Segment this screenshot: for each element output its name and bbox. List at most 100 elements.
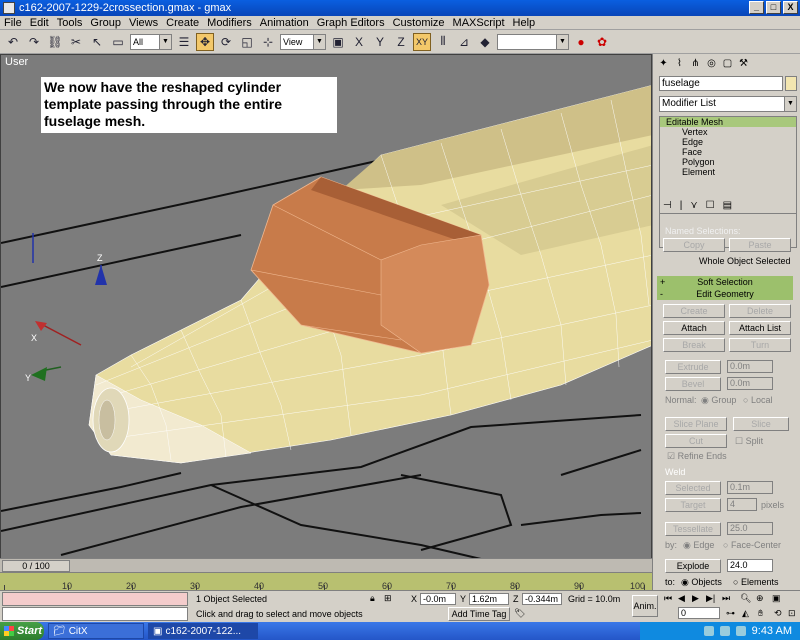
- bevel-button[interactable]: Bevel: [665, 377, 721, 391]
- display-tab-icon[interactable]: ▢: [721, 57, 734, 70]
- go-to-end-icon[interactable]: ⏭: [722, 593, 730, 604]
- start-button[interactable]: Start: [0, 622, 44, 640]
- soft-selection-rollout[interactable]: + Soft Selection: [657, 276, 793, 288]
- link-icon[interactable]: ⛓: [46, 33, 64, 51]
- scale-icon[interactable]: ◱: [238, 33, 256, 51]
- maximize-button[interactable]: □: [766, 1, 781, 14]
- tessellate-button[interactable]: Tessellate: [665, 522, 721, 536]
- stack-item-editable-mesh[interactable]: Editable Mesh: [660, 117, 796, 127]
- weld-target-button[interactable]: Target: [665, 498, 721, 512]
- pin-stack-icon[interactable]: ⊣: [663, 200, 672, 211]
- menu-maxscript[interactable]: MAXScript: [449, 17, 509, 29]
- stack-item-edge[interactable]: Edge: [660, 137, 796, 147]
- time-tag-icon[interactable]: 🏷︎: [514, 608, 525, 619]
- attach-button[interactable]: Attach: [663, 321, 725, 335]
- create-button[interactable]: Create: [663, 304, 725, 318]
- arc-rotate-icon[interactable]: ⟲: [774, 608, 782, 619]
- stack-item-polygon[interactable]: Polygon: [660, 157, 796, 167]
- explode-angle-field[interactable]: 24.0: [727, 559, 773, 572]
- tess-edge-radio[interactable]: ◉ Edge: [683, 540, 714, 551]
- maxscript-input[interactable]: [2, 607, 188, 621]
- tess-face-center-radio[interactable]: ○ Face-Center: [723, 540, 781, 550]
- delete-button[interactable]: Delete: [729, 304, 791, 318]
- y-coord-field[interactable]: 1.62m: [469, 593, 509, 605]
- zoom-all-icon[interactable]: ⊕: [756, 593, 764, 604]
- material-editor-icon[interactable]: ●: [572, 33, 590, 51]
- refine-ends-checkbox[interactable]: ☑ Refine Ends: [667, 451, 727, 462]
- selection-filter-dropdown[interactable]: All ▼: [130, 33, 172, 50]
- create-tab-icon[interactable]: ✦: [657, 57, 670, 70]
- axis-xy-button[interactable]: XY: [413, 32, 431, 51]
- turn-button[interactable]: Turn: [729, 338, 791, 352]
- zoom-extents-icon[interactable]: ▣: [772, 593, 781, 604]
- modify-tab-icon[interactable]: ⌇: [673, 57, 686, 70]
- region-select-icon[interactable]: ▭: [109, 33, 127, 51]
- axis-x-button[interactable]: X: [350, 33, 368, 51]
- taskbar-item-citx[interactable]: 📁︎ CitX: [48, 623, 144, 639]
- previous-frame-icon[interactable]: ◀: [678, 593, 685, 604]
- select-arrow-icon[interactable]: ↖: [88, 33, 106, 51]
- edit-geometry-rollout[interactable]: - Edit Geometry: [657, 288, 793, 300]
- menu-help[interactable]: Help: [509, 17, 540, 29]
- explode-button[interactable]: Explode: [665, 559, 721, 573]
- copy-button[interactable]: Copy: [663, 238, 725, 252]
- motion-tab-icon[interactable]: ◎: [705, 57, 718, 70]
- attach-list-button[interactable]: Attach List: [729, 321, 791, 335]
- lock-selection-icon[interactable]: 🔒︎: [370, 593, 375, 604]
- key-mode-icon[interactable]: ⊶: [726, 608, 735, 619]
- stack-item-face[interactable]: Face: [660, 147, 796, 157]
- weld-pixels-field[interactable]: 4: [727, 498, 757, 511]
- viewport-user[interactable]: Z X Y User We now have the reshaped cyli…: [0, 54, 652, 572]
- rotate-icon[interactable]: ⟳: [217, 33, 235, 51]
- normal-local-radio[interactable]: ○ Local: [743, 395, 772, 405]
- axis-z-button[interactable]: Z: [392, 33, 410, 51]
- animate-button[interactable]: Anim.: [632, 595, 658, 617]
- extrude-amount-field[interactable]: 0.0m: [727, 360, 773, 373]
- select-by-name-icon[interactable]: ☰: [175, 33, 193, 51]
- remove-modifier-icon[interactable]: ☐: [706, 200, 715, 211]
- align-icon[interactable]: ⊿: [455, 33, 473, 51]
- menu-tools[interactable]: Tools: [53, 17, 87, 29]
- menu-views[interactable]: Views: [125, 17, 162, 29]
- maxscript-listener-mini[interactable]: [2, 592, 188, 606]
- split-checkbox[interactable]: ☐ Split: [735, 436, 763, 447]
- track-bar[interactable]: 10 20 30 40 50 60 70 80 90 100: [0, 572, 652, 591]
- move-icon[interactable]: ✥: [196, 32, 214, 51]
- tessellate-tension-field[interactable]: 25.0: [727, 522, 773, 535]
- close-button[interactable]: X: [783, 1, 798, 14]
- network-icon[interactable]: [703, 626, 714, 636]
- current-frame-field[interactable]: 0: [678, 607, 720, 619]
- bevel-amount-field[interactable]: 0.0m: [727, 377, 773, 390]
- unlink-icon[interactable]: ✂: [67, 33, 85, 51]
- play-icon[interactable]: ▶: [692, 593, 699, 604]
- clock[interactable]: 9:43 AM: [752, 625, 792, 637]
- field-of-view-icon[interactable]: ◭: [742, 608, 749, 619]
- stack-item-vertex[interactable]: Vertex: [660, 127, 796, 137]
- next-frame-icon[interactable]: ▶|: [706, 593, 715, 604]
- viewport-label[interactable]: User: [5, 56, 28, 68]
- zoom-icon[interactable]: 🔍︎: [740, 593, 751, 604]
- minimize-button[interactable]: _: [749, 1, 764, 14]
- cut-button[interactable]: Cut: [665, 434, 727, 448]
- menu-graph-editors[interactable]: Graph Editors: [313, 17, 389, 29]
- absolute-mode-icon[interactable]: ⊞: [384, 593, 392, 604]
- stack-item-element[interactable]: Element: [660, 167, 796, 177]
- time-slider[interactable]: 0 / 100: [2, 560, 70, 572]
- weld-threshold-field[interactable]: 0.1m: [727, 481, 773, 494]
- slice-plane-button[interactable]: Slice Plane: [665, 417, 727, 431]
- weld-selected-button[interactable]: Selected: [665, 481, 721, 495]
- axis-y-button[interactable]: Y: [371, 33, 389, 51]
- menu-customize[interactable]: Customize: [389, 17, 449, 29]
- x-coord-field[interactable]: -0.0m: [420, 593, 456, 605]
- modifier-list-dropdown[interactable]: Modifier List ▼: [659, 96, 797, 112]
- mirror-icon[interactable]: ⫴: [434, 33, 452, 51]
- hierarchy-tab-icon[interactable]: ⋔: [689, 57, 702, 70]
- menu-edit[interactable]: Edit: [26, 17, 53, 29]
- paste-button[interactable]: Paste: [729, 238, 791, 252]
- reference-coord-dropdown[interactable]: View ▼: [280, 33, 326, 50]
- explode-objects-radio[interactable]: ◉ Objects: [681, 577, 722, 588]
- menu-animation[interactable]: Animation: [256, 17, 313, 29]
- maximize-viewport-icon[interactable]: ⊡: [788, 608, 796, 619]
- menu-modifiers[interactable]: Modifiers: [203, 17, 256, 29]
- break-button[interactable]: Break: [663, 338, 725, 352]
